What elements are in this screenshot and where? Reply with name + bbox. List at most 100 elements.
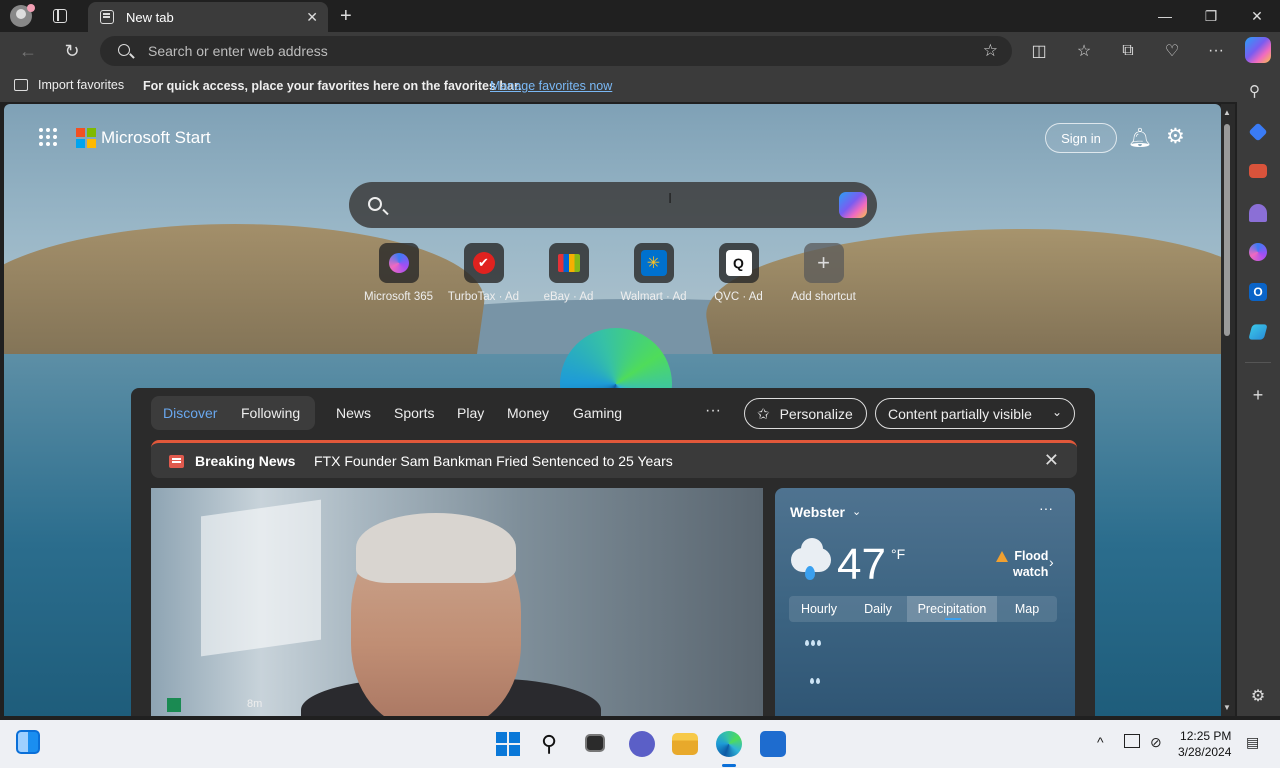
more-categories-button[interactable]: ···	[705, 402, 721, 420]
weather-tab-daily[interactable]: Daily	[849, 596, 907, 622]
category-sports[interactable]: Sports	[394, 405, 434, 421]
page-settings-gear-icon[interactable]: ⚙	[1166, 124, 1185, 149]
weather-temperature: 47	[837, 540, 886, 589]
sidebar-microsoft-365-icon[interactable]	[1249, 243, 1267, 261]
weather-city[interactable]: Webster	[790, 504, 845, 520]
page-scrollbar[interactable]: ▲ ▼	[1221, 104, 1235, 716]
shortcut-label: Walmart · Ad	[620, 291, 687, 303]
volume-icon[interactable]: ⊘	[1150, 734, 1162, 751]
sign-in-button[interactable]: Sign in	[1045, 123, 1117, 153]
breaking-news-headline[interactable]: FTX Founder Sam Bankman Fried Sentenced …	[314, 453, 673, 469]
category-gaming[interactable]: Gaming	[573, 405, 622, 421]
import-favorites-button[interactable]: Import favorites	[14, 78, 124, 92]
favorites-icon[interactable]: ☆	[1069, 38, 1099, 64]
shortcut-walmart[interactable]: ✳ Walmart · Ad	[611, 243, 696, 303]
category-play[interactable]: Play	[457, 405, 484, 421]
shortcut-qvc[interactable]: Q QVC · Ad	[696, 243, 781, 303]
scroll-down-icon[interactable]: ▼	[1223, 703, 1231, 712]
personalize-button[interactable]: ✩ Personalize	[744, 398, 867, 429]
sidebar-search-icon[interactable]: ⚲	[1249, 82, 1267, 100]
tab-actions-icon[interactable]	[53, 9, 67, 23]
sidebar-tools-icon[interactable]	[1249, 164, 1267, 178]
edge-taskbar-icon[interactable]	[716, 731, 742, 757]
sidebar-drop-icon[interactable]	[1248, 324, 1268, 340]
close-banner-icon[interactable]: ✕	[1044, 450, 1059, 471]
system-clock[interactable]: 12:25 PM 3/28/2024	[1178, 728, 1231, 760]
copilot-search-icon[interactable]	[839, 192, 867, 218]
sidebar-add-icon[interactable]: +	[1249, 386, 1267, 404]
refresh-button[interactable]: ↻	[58, 38, 86, 64]
task-view-icon[interactable]	[585, 734, 605, 752]
sidebar-games-icon[interactable]	[1249, 204, 1267, 222]
notifications-icon[interactable]: ▤	[1246, 734, 1259, 751]
microsoft-logo-icon	[76, 128, 96, 148]
copilot-icon[interactable]	[1245, 37, 1271, 63]
address-bar[interactable]: Search or enter web address ☆	[100, 36, 1012, 66]
brand-title[interactable]: Microsoft Start	[101, 128, 211, 148]
shortcut-microsoft-365[interactable]: Microsoft 365	[356, 243, 441, 303]
content-visibility-dropdown[interactable]: Content partially visible ⌄	[875, 398, 1075, 429]
taskbar-search-icon[interactable]: ⚲	[541, 731, 567, 757]
weather-tab-precipitation[interactable]: Precipitation	[907, 596, 997, 622]
breaking-news-banner[interactable]: Breaking News FTX Founder Sam Bankman Fr…	[151, 440, 1077, 478]
file-explorer-icon[interactable]	[672, 733, 698, 755]
tab-following[interactable]: Following	[241, 405, 300, 421]
weather-alert[interactable]: Flood watch	[1013, 548, 1048, 580]
widgets-icon[interactable]	[16, 730, 40, 754]
browser-tab[interactable]: New tab ✕	[88, 2, 328, 32]
close-window-button[interactable]: ✕	[1234, 0, 1280, 32]
chevron-down-icon[interactable]: ⌄	[852, 505, 861, 518]
scroll-thumb[interactable]	[1224, 124, 1230, 336]
app-launcher-icon[interactable]	[39, 128, 57, 146]
tab-discover[interactable]: Discover	[163, 405, 217, 421]
manage-favorites-link[interactable]: Manage favorites now	[490, 79, 612, 93]
web-search-box[interactable]	[349, 182, 877, 228]
weather-alert-line1: Flood	[1014, 549, 1049, 563]
close-tab-icon[interactable]: ✕	[306, 9, 318, 26]
text-cursor-icon: Ι	[668, 190, 673, 207]
chevron-right-icon[interactable]: ›	[1049, 554, 1054, 570]
ebay-bag-icon	[548, 243, 589, 283]
temperature-unit: °F	[891, 546, 906, 562]
store-icon[interactable]	[760, 731, 786, 757]
weather-tab-hourly[interactable]: Hourly	[789, 596, 849, 622]
weather-more-icon[interactable]: ···	[1039, 500, 1053, 516]
performance-icon[interactable]: ♡	[1157, 38, 1187, 64]
collections-icon[interactable]: ⧉	[1113, 38, 1143, 64]
category-news[interactable]: News	[336, 405, 371, 421]
category-money[interactable]: Money	[507, 405, 549, 421]
sidebar-outlook-icon[interactable]: O	[1249, 283, 1267, 301]
new-tab-page: Microsoft Start Sign in 🔔︎ ⚙ Ι Microsoft…	[4, 104, 1221, 716]
shortcut-label: QVC · Ad	[714, 291, 763, 303]
show-hidden-icons-chevron-icon[interactable]: ^	[1097, 734, 1104, 750]
restore-button[interactable]: ❐	[1188, 0, 1234, 32]
raindrop-mark	[816, 678, 820, 684]
scroll-up-icon[interactable]: ▲	[1223, 108, 1231, 117]
minimize-button[interactable]: —	[1142, 0, 1188, 32]
weather-card[interactable]: Webster ⌄ ··· 47 °F Flood watch › Hourly …	[775, 488, 1075, 716]
teams-chat-icon[interactable]	[629, 731, 655, 757]
shortcut-turbotax[interactable]: ✔ TurboTax · Ad	[441, 243, 526, 303]
add-shortcut-button[interactable]: + Add shortcut	[781, 243, 866, 303]
plus-icon: +	[803, 243, 844, 283]
settings-more-icon[interactable]: ···	[1201, 38, 1231, 64]
warning-icon	[996, 551, 1008, 562]
start-windows-icon[interactable]	[496, 732, 520, 756]
sidebar-settings-gear-icon[interactable]: ⚙	[1249, 688, 1267, 706]
rain-drop-icon	[805, 566, 815, 580]
split-screen-icon[interactable]: ◫	[1024, 38, 1054, 64]
add-favorite-star-icon[interactable]: ☆	[983, 41, 998, 61]
weather-tab-map[interactable]: Map	[997, 596, 1057, 622]
new-tab-button[interactable]: +	[340, 5, 352, 28]
new-tab-favicon-icon	[100, 10, 114, 24]
story-photo-person-hair	[356, 513, 516, 583]
edge-sidebar: ⚲ O + ⚙	[1237, 70, 1280, 716]
shortcut-ebay[interactable]: eBay · Ad	[526, 243, 611, 303]
notifications-bell-icon[interactable]: 🔔︎	[1128, 126, 1152, 150]
turbotax-icon: ✔	[463, 243, 504, 283]
profile-status-dot	[27, 4, 35, 12]
back-button[interactable]: ←	[14, 38, 42, 64]
sidebar-shopping-icon[interactable]	[1248, 122, 1268, 142]
top-story-card[interactable]: 8m	[151, 488, 763, 716]
network-icon[interactable]	[1124, 734, 1140, 748]
